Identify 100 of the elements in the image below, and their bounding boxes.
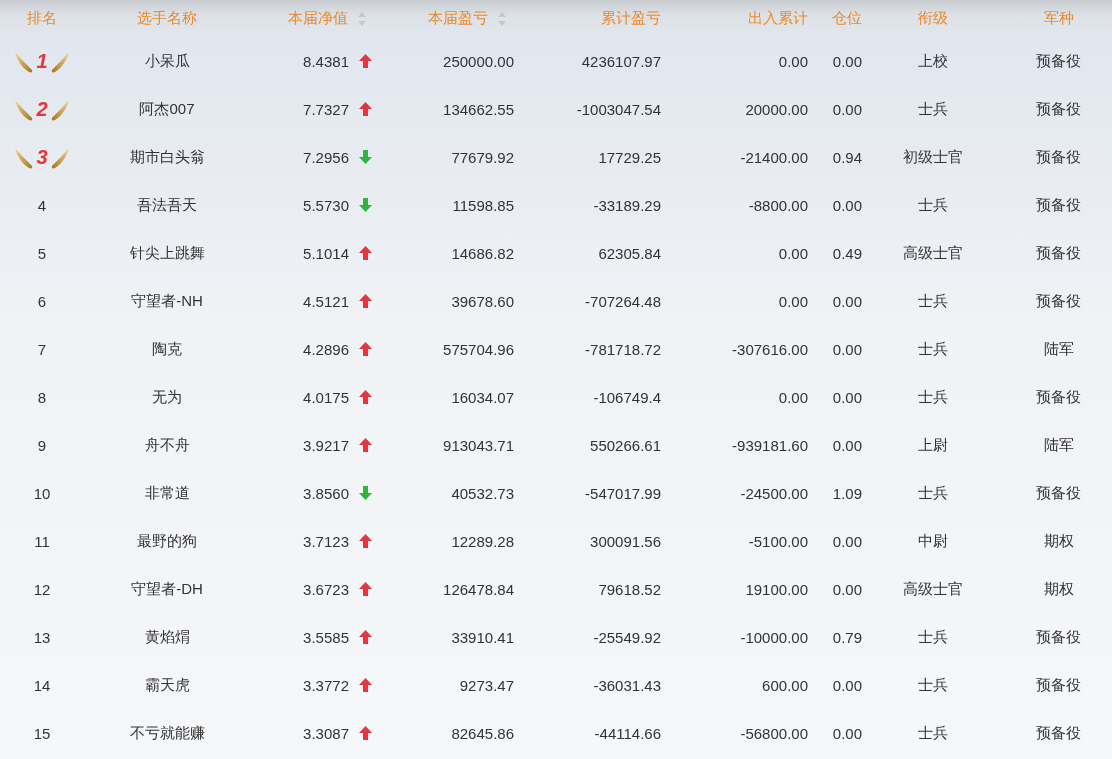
fund-flow: 600.00 bbox=[762, 676, 808, 694]
period-profit: 77679.92 bbox=[451, 148, 514, 166]
position-ratio: 0.49 bbox=[832, 244, 862, 262]
net-value: 5.5730 bbox=[303, 196, 349, 214]
total-profit: -25549.92 bbox=[593, 628, 661, 646]
rank-title: 初级士官 bbox=[902, 147, 963, 167]
rank-title: 高级士官 bbox=[902, 579, 963, 599]
rank-title: 士兵 bbox=[917, 675, 948, 695]
rank-number: 13 bbox=[33, 628, 51, 646]
period-profit: 913043.71 bbox=[443, 436, 514, 454]
period-profit: 40532.73 bbox=[451, 484, 514, 502]
net-value: 4.5121 bbox=[303, 292, 349, 310]
rank-title: 士兵 bbox=[917, 339, 948, 359]
sort-icon[interactable] bbox=[498, 11, 506, 26]
column-header: 仓位 bbox=[832, 9, 862, 28]
player-name: 无为 bbox=[152, 387, 182, 407]
rank-title: 士兵 bbox=[917, 291, 948, 311]
column-header: 累计盈亏 bbox=[601, 9, 661, 28]
service-branch: 预备役 bbox=[1036, 291, 1081, 311]
service-branch: 预备役 bbox=[1036, 243, 1081, 263]
column-header[interactable]: 本届盈亏 bbox=[428, 9, 488, 28]
player-name: 阿杰007 bbox=[139, 99, 195, 119]
net-value: 3.9217 bbox=[303, 436, 349, 454]
fund-flow: -24500.00 bbox=[740, 484, 808, 502]
position-ratio: 0.00 bbox=[832, 292, 862, 310]
rank-title: 士兵 bbox=[917, 99, 948, 119]
fund-flow: -10000.00 bbox=[740, 628, 808, 646]
net-value: 4.2896 bbox=[303, 340, 349, 358]
fund-flow: -939181.60 bbox=[732, 436, 808, 454]
column-header: 衔级 bbox=[917, 9, 948, 28]
service-branch: 预备役 bbox=[1036, 627, 1081, 647]
net-value: 3.5585 bbox=[303, 628, 349, 646]
rank-title: 士兵 bbox=[917, 723, 948, 743]
service-branch: 预备役 bbox=[1036, 195, 1081, 215]
total-profit: -707264.48 bbox=[585, 292, 661, 310]
rank-number: 2 bbox=[36, 97, 48, 121]
rank-title: 上校 bbox=[917, 51, 948, 71]
fund-flow: 20000.00 bbox=[745, 100, 808, 118]
net-value: 3.7123 bbox=[303, 532, 349, 550]
rank-number: 8 bbox=[37, 388, 47, 406]
fund-flow: -307616.00 bbox=[732, 340, 808, 358]
service-branch: 预备役 bbox=[1036, 387, 1081, 407]
total-profit: 62305.84 bbox=[598, 244, 661, 262]
rank-number: 11 bbox=[34, 532, 50, 550]
total-profit: -781718.72 bbox=[585, 340, 661, 358]
column-header[interactable]: 本届净值 bbox=[288, 9, 348, 28]
net-value: 3.3772 bbox=[303, 676, 349, 694]
period-profit: 12289.28 bbox=[451, 532, 514, 550]
fund-flow: 19100.00 bbox=[745, 580, 808, 598]
position-ratio: 0.79 bbox=[832, 628, 862, 646]
service-branch: 陆军 bbox=[1043, 339, 1074, 359]
player-name: 小呆瓜 bbox=[144, 51, 190, 71]
position-ratio: 0.00 bbox=[832, 388, 862, 406]
rank-number: 1 bbox=[36, 49, 48, 73]
fund-flow: 0.00 bbox=[778, 244, 808, 262]
total-profit: 300091.56 bbox=[590, 532, 661, 550]
total-profit: 550266.61 bbox=[590, 436, 661, 454]
period-profit: 39678.60 bbox=[451, 292, 514, 310]
service-branch: 预备役 bbox=[1036, 99, 1081, 119]
player-name: 舟不舟 bbox=[144, 435, 190, 455]
column-header: 排名 bbox=[27, 9, 57, 28]
service-branch: 期权 bbox=[1043, 531, 1074, 551]
sort-icon[interactable] bbox=[358, 11, 366, 26]
position-ratio: 0.00 bbox=[832, 52, 862, 70]
service-branch: 期权 bbox=[1043, 579, 1074, 599]
player-name: 吾法吾天 bbox=[137, 195, 197, 215]
rank-title: 士兵 bbox=[917, 195, 948, 215]
position-ratio: 0.94 bbox=[832, 148, 862, 166]
player-name: 守望者-DH bbox=[131, 579, 203, 599]
net-value: 3.8560 bbox=[303, 484, 349, 502]
net-value: 4.0175 bbox=[303, 388, 349, 406]
total-profit: 79618.52 bbox=[598, 580, 661, 598]
net-value: 3.6723 bbox=[303, 580, 349, 598]
position-ratio: 0.00 bbox=[832, 724, 862, 742]
fund-flow: 0.00 bbox=[778, 388, 808, 406]
fund-flow: -56800.00 bbox=[740, 724, 808, 742]
column-header: 出入累计 bbox=[748, 9, 808, 28]
player-name: 非常道 bbox=[144, 483, 190, 503]
total-profit: -106749.4 bbox=[593, 388, 661, 406]
period-profit: 33910.41 bbox=[451, 628, 514, 646]
rank-number: 4 bbox=[37, 196, 47, 214]
service-branch: 预备役 bbox=[1036, 51, 1081, 71]
total-profit: -547017.99 bbox=[585, 484, 661, 502]
period-profit: 16034.07 bbox=[451, 388, 514, 406]
rank-title: 上尉 bbox=[917, 435, 948, 455]
period-profit: 134662.55 bbox=[443, 100, 514, 118]
net-value: 7.2956 bbox=[303, 148, 349, 166]
total-profit: -33189.29 bbox=[593, 196, 661, 214]
service-branch: 预备役 bbox=[1036, 147, 1081, 167]
position-ratio: 0.00 bbox=[832, 100, 862, 118]
rank-title: 士兵 bbox=[917, 483, 948, 503]
column-header: 军种 bbox=[1043, 9, 1074, 28]
position-ratio: 0.00 bbox=[832, 196, 862, 214]
position-ratio: 1.09 bbox=[832, 484, 862, 502]
rank-title: 中尉 bbox=[917, 531, 948, 551]
service-branch: 预备役 bbox=[1036, 723, 1081, 743]
period-profit: 11598.85 bbox=[452, 196, 514, 214]
rank-title: 士兵 bbox=[917, 387, 948, 407]
net-value: 3.3087 bbox=[303, 724, 349, 742]
rank-number: 7 bbox=[37, 340, 47, 358]
